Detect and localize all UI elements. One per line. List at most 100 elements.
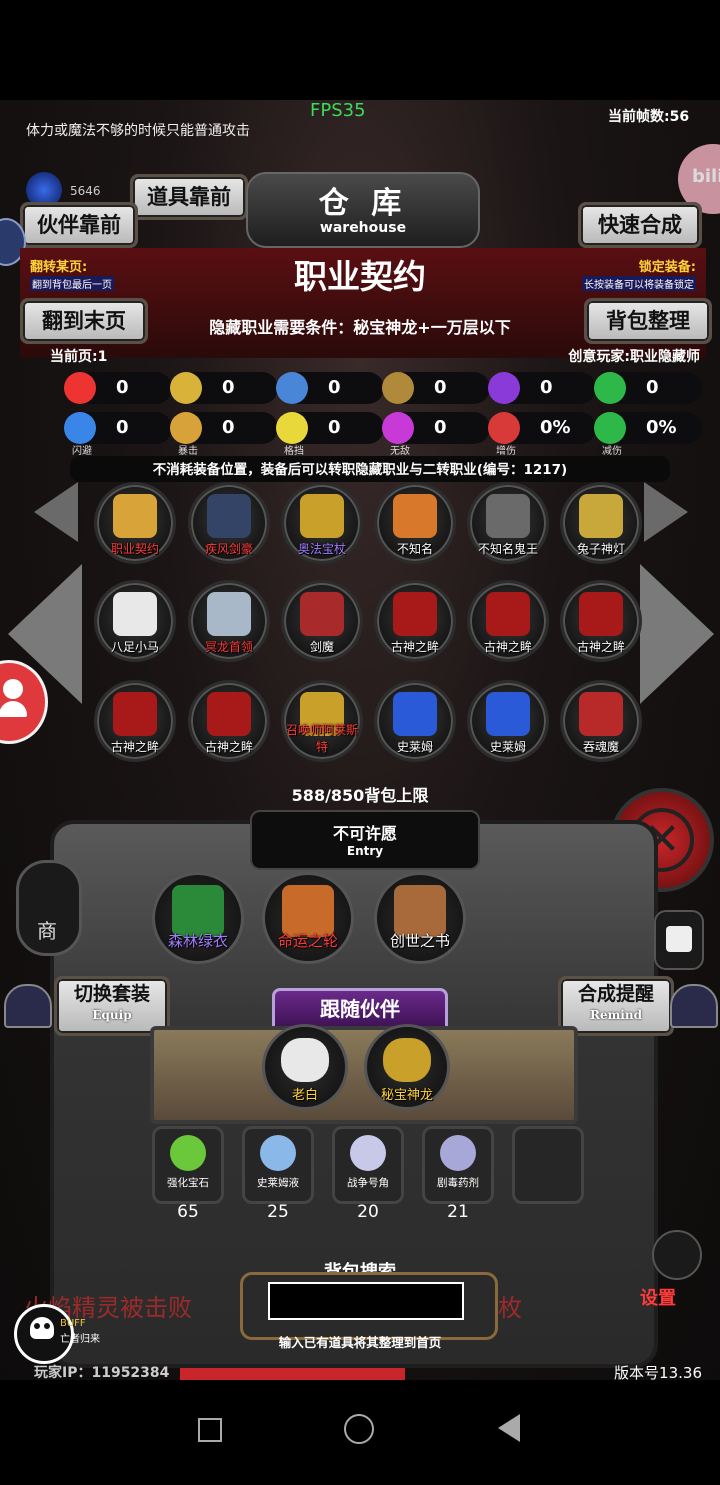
consumable-count: 21 — [447, 1202, 469, 1222]
entry-plate[interactable]: 不可许愿 Entry — [250, 810, 480, 870]
item-art-icon — [393, 692, 437, 736]
equipped-slot[interactable]: 森林绿衣 — [152, 872, 244, 964]
item-slot[interactable]: 剑魔 — [281, 580, 363, 662]
item-art-icon — [207, 494, 251, 538]
item-slot[interactable]: 疾风剑豪 — [188, 482, 270, 564]
next-row-arrow-icon[interactable] — [644, 482, 688, 542]
bag-capacity: 588/850背包上限 — [291, 786, 429, 805]
game-screen: FPS35 当前帧数:56 体力或魔法不够的时候只能普通攻击 bili 5646… — [0, 100, 720, 1380]
partner-slot[interactable]: 秘宝神龙 — [364, 1024, 450, 1110]
item-label: 古神之眸 — [204, 740, 253, 754]
stat-pill: 0 闪避 — [64, 412, 172, 457]
item-label: 古神之眸 — [110, 740, 159, 754]
consumable-slot[interactable]: 剧毒药剂 — [422, 1126, 494, 1204]
item-slot[interactable]: 职业契约 — [94, 482, 176, 564]
search-input[interactable] — [268, 1282, 464, 1320]
item-slot[interactable]: 冥龙首领 — [188, 580, 270, 662]
consumable-icon — [350, 1135, 386, 1171]
consumable-icon — [260, 1135, 296, 1171]
item-slot[interactable]: 召唤师阿莱斯特 — [281, 680, 363, 762]
stat-value: 0 — [116, 377, 129, 398]
stat-pill: 0 无敌 — [382, 412, 490, 457]
consumable-label: 强化宝石 — [167, 1177, 209, 1189]
item-slot[interactable]: 古神之眸 — [374, 580, 456, 662]
current-page: 当前页:1 — [50, 349, 108, 365]
bag-sort-button[interactable]: 背包整理 — [584, 298, 712, 344]
tip-text: 体力或魔法不够的时候只能普通攻击 — [26, 123, 250, 139]
item-slot[interactable]: 古神之眸 — [94, 680, 176, 762]
stat-pill: 0 — [594, 372, 702, 404]
empty-slot[interactable] — [512, 1126, 584, 1204]
consumable-slot[interactable]: 强化宝石 — [152, 1126, 224, 1204]
helmet-right-icon — [670, 984, 718, 1028]
item-art-icon — [113, 592, 157, 636]
dice-icon[interactable] — [654, 910, 704, 970]
item-art-icon — [486, 692, 530, 736]
stat-value: 0 — [222, 417, 235, 438]
switch-set-sublabel: Equip — [92, 1008, 132, 1022]
stat-value: 0 — [434, 377, 447, 398]
lightning-icon — [488, 372, 520, 404]
item-slot[interactable]: 八足小马 — [94, 580, 176, 662]
back-icon[interactable] — [498, 1414, 520, 1442]
item-slot[interactable]: 古神之眸 — [560, 580, 642, 662]
switch-set-label: 切换套装 — [73, 983, 150, 1005]
items-front-button[interactable]: 道具靠前 — [130, 174, 248, 220]
gear-icon[interactable] — [652, 1230, 702, 1280]
item-art-icon — [579, 692, 623, 736]
partner-label: 老白 — [291, 1088, 318, 1103]
item-label: 不知名鬼王 — [477, 542, 538, 556]
item-slot[interactable]: 古神之眸 — [467, 580, 549, 662]
recent-apps-icon[interactable] — [198, 1418, 222, 1442]
creator-credit: 创意玩家:职业隐藏师 — [568, 349, 700, 365]
item-label: 史莱姆 — [489, 740, 526, 754]
settings-label[interactable]: 设置 — [640, 1284, 676, 1310]
item-label: 职业契约 — [110, 542, 159, 556]
item-label: 古神之眸 — [576, 640, 625, 654]
stat-pill: 0 — [276, 372, 384, 404]
item-art-icon — [300, 592, 344, 636]
stat-sublabel: 无敌 — [390, 446, 410, 457]
stat-value: 0 — [540, 377, 553, 398]
item-slot[interactable]: 史莱姆 — [374, 680, 456, 762]
stat-pill: 0 格挡 — [276, 412, 384, 457]
quick-merge-button[interactable]: 快速合成 — [578, 202, 702, 248]
stat-pill: 0 — [170, 372, 278, 404]
item-slot[interactable]: 兔子神灯 — [560, 482, 642, 564]
item-slot[interactable]: 古神之眸 — [188, 680, 270, 762]
search-hint: 输入已有道具将其整理到首页 — [278, 1335, 442, 1350]
next-page-arrow-icon[interactable] — [640, 564, 714, 704]
item-slot[interactable]: 史莱姆 — [467, 680, 549, 762]
heart-icon — [64, 372, 96, 404]
equipped-slot[interactable]: 命运之轮 — [262, 872, 354, 964]
prev-row-arrow-icon[interactable] — [34, 482, 78, 542]
partner-slot[interactable]: 老白 — [262, 1024, 348, 1110]
item-slot[interactable]: 奥法宝杖 — [281, 482, 363, 564]
stat-pill: 0 暴击 — [170, 412, 278, 457]
item-slot[interactable]: 吞魂魔 — [560, 680, 642, 762]
item-label: 不知名 — [396, 542, 433, 556]
item-slot[interactable]: 不知名 — [374, 482, 456, 564]
consumable-slot[interactable]: 史莱姆液 — [242, 1126, 314, 1204]
item-art-icon — [113, 692, 157, 736]
shop-button[interactable]: 商 — [16, 860, 82, 956]
stat-sublabel: 格挡 — [284, 446, 304, 457]
sword-icon — [382, 372, 414, 404]
player-ip: 玩家IP：11952384 — [34, 1365, 170, 1380]
version-label: 版本号13.36 — [614, 1364, 702, 1380]
consumable-label: 战争号角 — [347, 1177, 389, 1189]
stat-sublabel: 增伤 — [496, 446, 516, 457]
item-label: 八足小马 — [110, 640, 159, 654]
buff-sublabel: 亡者归来 — [60, 1334, 100, 1345]
stat-sublabel: 闪避 — [72, 446, 92, 457]
equipped-slot[interactable]: 创世之书 — [374, 872, 466, 964]
entry-subtitle: Entry — [346, 844, 384, 858]
merge-remind-sublabel: Remind — [590, 1008, 642, 1022]
item-art-icon — [113, 494, 157, 538]
partner-front-button[interactable]: 伙伴靠前 — [20, 202, 138, 248]
consumable-slot[interactable]: 战争号角 — [332, 1126, 404, 1204]
item-label: 疾风剑豪 — [204, 542, 253, 556]
item-slot[interactable]: 不知名鬼王 — [467, 482, 549, 564]
home-icon[interactable] — [344, 1414, 374, 1444]
item-art-icon — [393, 494, 437, 538]
